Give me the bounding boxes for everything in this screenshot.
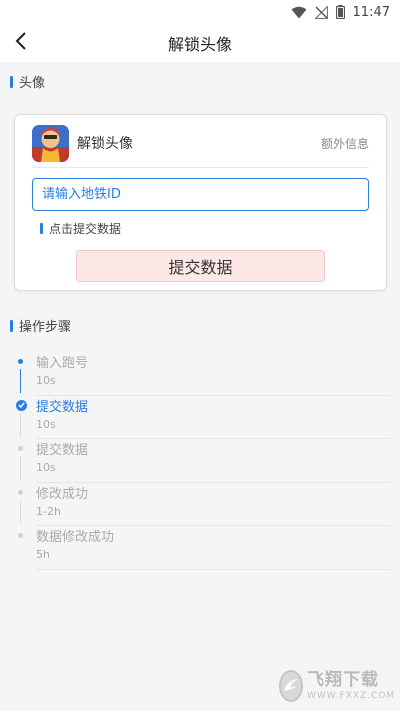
subway-id-input[interactable] (32, 178, 369, 211)
step-item: 输入跑号 10s (14, 352, 390, 396)
step-dot-icon (18, 489, 23, 495)
back-button[interactable] (8, 28, 34, 58)
chevron-left-icon (15, 32, 27, 54)
step-time: 10s (36, 374, 56, 387)
no-signal-icon (314, 5, 328, 19)
title-bar: 解锁头像 (0, 24, 400, 62)
battery-icon (335, 5, 345, 19)
steps-timeline: 输入跑号 10s 提交数据 10s 提交数据 10s 修改成功 1-2h 数据修… (14, 352, 390, 570)
step-connector (20, 499, 21, 524)
section-marker (10, 75, 13, 88)
watermark-text: 飞翔下载 WWW.FXXZ.COM (307, 669, 396, 701)
step-connector (20, 412, 21, 437)
step-time: 10s (36, 417, 56, 431)
step-dot-icon (18, 446, 23, 451)
hint-text: 点击提交数据 (49, 222, 122, 236)
status-bar: 11:47 (0, 0, 400, 24)
step-name: 修改成功 (36, 486, 89, 502)
app-icon (32, 124, 69, 162)
watermark-logo: 飞翔下载 WWW.FXXZ.COM (279, 666, 394, 706)
step-dot-icon (18, 359, 23, 364)
app-name: 解锁头像 (77, 136, 133, 152)
submit-button[interactable]: 提交数据 (76, 250, 325, 282)
section-title: 头像 (19, 76, 46, 91)
page-content: 头像 解锁头像 额外信息 点击提交数据 提交数据 (0, 62, 400, 711)
divider (32, 167, 369, 168)
step-item: 提交数据 10s (14, 439, 390, 483)
step-connector (20, 369, 21, 393)
watermark-text-en: WWW.FXXZ.COM (307, 690, 396, 701)
section-title: 操作步骤 (19, 320, 72, 335)
extra-info-link[interactable]: 额外信息 (321, 135, 369, 152)
step-name: 提交数据 (36, 399, 89, 415)
app-row: 解锁头像 额外信息 (32, 123, 369, 163)
step-divider (36, 568, 390, 570)
step-dot-icon (18, 533, 23, 538)
step-item: 数据修改成功 5h (14, 526, 390, 570)
step-item: 修改成功 1-2h (14, 483, 390, 526)
submit-hint: 点击提交数据 (40, 220, 121, 237)
status-time: 11:47 (352, 4, 390, 20)
check-circle-icon (16, 399, 27, 411)
unlock-card: 解锁头像 额外信息 点击提交数据 提交数据 (14, 114, 387, 291)
step-name: 数据修改成功 (36, 530, 115, 545)
section-header-steps: 操作步骤 (10, 316, 71, 335)
step-time: 1-2h (36, 504, 61, 518)
section-marker (10, 319, 13, 332)
watermark-emblem-icon (279, 670, 303, 702)
hint-marker (40, 223, 43, 234)
step-time: 10s (36, 461, 56, 474)
step-name: 输入跑号 (36, 356, 89, 371)
wifi-icon (291, 6, 307, 19)
watermark-text-cn: 飞翔下载 (307, 669, 379, 690)
page-title: 解锁头像 (167, 35, 232, 54)
section-header-avatar: 头像 (10, 72, 45, 91)
step-connector (20, 456, 21, 480)
step-item: 提交数据 10s (14, 396, 390, 439)
step-name: 提交数据 (36, 443, 89, 458)
step-time: 5h (36, 548, 50, 561)
